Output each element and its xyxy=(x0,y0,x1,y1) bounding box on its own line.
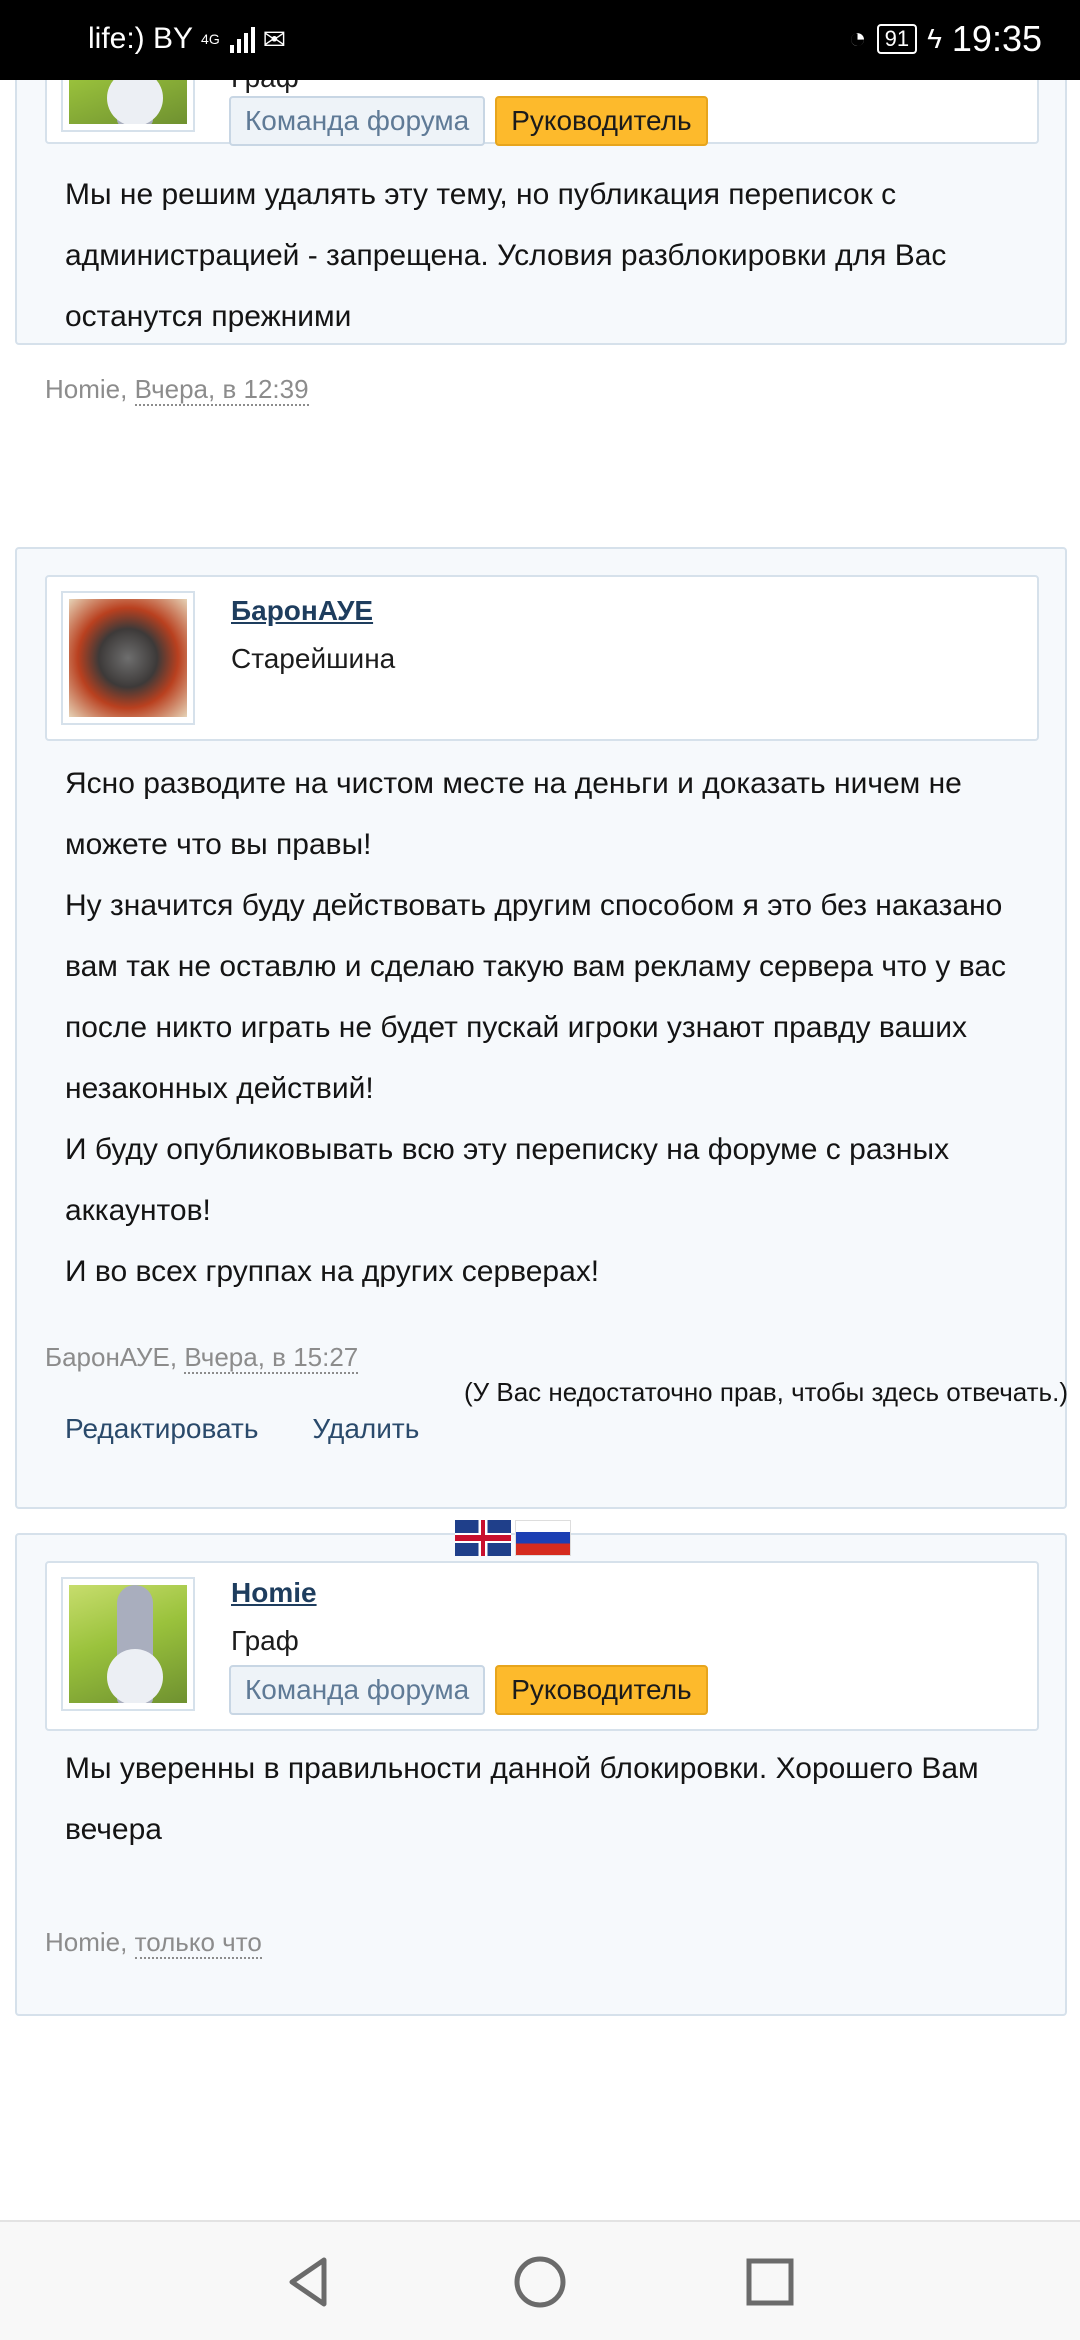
username-link[interactable]: БаронАУЕ xyxy=(231,595,373,627)
avatar[interactable] xyxy=(61,80,195,132)
signal-icon xyxy=(229,25,255,53)
user-badges: Команда форума Руководитель xyxy=(229,1665,708,1715)
user-title: Граф xyxy=(231,1625,299,1656)
mail-icon: ✉ xyxy=(262,23,287,55)
recent-apps-icon[interactable] xyxy=(740,2252,800,2312)
battery-icon: 91 xyxy=(876,24,918,54)
home-icon[interactable] xyxy=(510,2252,570,2312)
badge-leader: Руководитель xyxy=(495,1665,708,1715)
post-meta: БаронАУЕ, Вчера, в 15:27 xyxy=(45,1342,359,1374)
meta-author[interactable]: Homie xyxy=(45,1927,120,1957)
user-title: Граф xyxy=(231,80,299,94)
post: Граф Команда форума Руководитель Мы не р… xyxy=(15,80,1067,406)
meta-date[interactable]: только что xyxy=(134,1927,262,1959)
charging-icon: ϟ xyxy=(927,23,942,54)
user-info-box: Homie Граф Команда форума Руководитель xyxy=(45,1561,1039,1731)
delete-link[interactable]: Удалить xyxy=(312,1413,419,1445)
back-icon[interactable] xyxy=(280,2252,340,2312)
post: БаронАУЕ Старейшина Ясно разводите на чи… xyxy=(15,547,1067,1509)
ru-flag-icon[interactable] xyxy=(515,1520,571,1556)
clock: 19:35 xyxy=(951,18,1042,59)
network-type: 4G xyxy=(201,31,220,47)
meta-author[interactable]: Homie xyxy=(45,374,120,404)
user-info-box: Граф Команда форума Руководитель xyxy=(45,80,1039,146)
post-meta: Homie, только что xyxy=(45,1927,262,1959)
no-reply-notice: (У Вас недостаточно прав, чтобы здесь от… xyxy=(463,1377,1068,1407)
meta-author[interactable]: БаронАУЕ xyxy=(45,1342,170,1372)
user-title: Старейшина xyxy=(231,643,396,674)
carrier-label: life:) BY xyxy=(88,22,194,55)
status-bar: life:) BY 4G ✉ ◔ 91 ϟ 19:35 xyxy=(0,0,1080,80)
meta-date[interactable]: Вчера, в 12:39 xyxy=(134,374,309,406)
user-info-box: БаронАУЕ Старейшина xyxy=(45,575,1039,741)
uk-flag-icon[interactable] xyxy=(455,1520,511,1556)
post-actions: Редактировать Удалить xyxy=(65,1413,419,1445)
username-link[interactable]: Homie xyxy=(231,1577,317,1609)
user-badges: Команда форума Руководитель xyxy=(229,96,708,146)
meta-date[interactable]: Вчера, в 15:27 xyxy=(184,1342,359,1374)
post-message: Ясно разводите на чистом месте на деньги… xyxy=(65,767,1007,1288)
system-nav-bar xyxy=(0,2220,1080,2340)
post-meta: Homie, Вчера, в 12:39 xyxy=(45,374,309,406)
badge-leader: Руководитель xyxy=(495,96,708,146)
speed-icon: ◔ xyxy=(848,22,867,55)
badge-team: Команда форума xyxy=(229,96,486,146)
avatar[interactable] xyxy=(61,1577,195,1711)
avatar[interactable] xyxy=(61,591,195,725)
post-message: Мы не решим удалять эту тему, но публика… xyxy=(65,178,947,333)
thread-content: Граф Команда форума Руководитель Мы не р… xyxy=(0,80,1080,2220)
post-message: Мы уверенны в правильности данной блокир… xyxy=(65,1752,979,1846)
edit-link[interactable]: Редактировать xyxy=(65,1413,258,1445)
badge-team: Команда форума xyxy=(229,1665,486,1715)
post: Homie Граф Команда форума Руководитель М… xyxy=(15,1533,1067,2016)
language-selector xyxy=(455,1520,571,1556)
